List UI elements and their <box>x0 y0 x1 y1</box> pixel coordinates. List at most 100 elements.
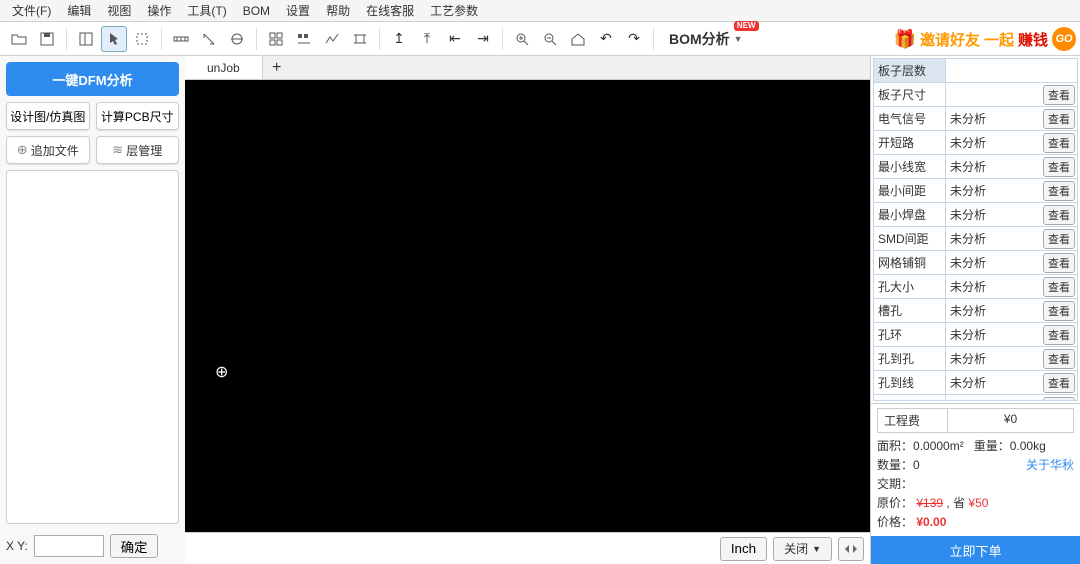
view-button[interactable]: 查看 <box>1043 373 1075 393</box>
save-label: , 省 <box>946 496 965 510</box>
order-now-button[interactable]: 立即下单 <box>871 536 1080 564</box>
about-link[interactable]: 关于华秋 <box>1026 456 1074 473</box>
view-button[interactable]: 查看 <box>1043 397 1075 402</box>
analysis-key: 孔大小 <box>874 275 946 298</box>
analysis-key: 孔到线 <box>874 371 946 394</box>
view-button[interactable]: 查看 <box>1043 253 1075 273</box>
analysis-key: 槽孔 <box>874 299 946 322</box>
ruler-d-icon[interactable] <box>224 26 250 52</box>
grid-icon[interactable] <box>263 26 289 52</box>
ruler-h-icon[interactable] <box>168 26 194 52</box>
undo-icon[interactable]: ↶ <box>593 26 619 52</box>
menu-9[interactable]: 工艺参数 <box>422 0 486 21</box>
layer-manage-button[interactable]: ≋层管理 <box>96 136 180 164</box>
menu-3[interactable]: 操作 <box>139 0 179 21</box>
tab-add-button[interactable]: + <box>263 56 291 79</box>
promo-go-icon: GO <box>1052 27 1076 51</box>
view-button[interactable]: 查看 <box>1043 133 1075 153</box>
align2-icon[interactable] <box>319 26 345 52</box>
analysis-value: 未分析 <box>946 155 1041 178</box>
plus-circle-icon: ⊕ <box>17 142 28 158</box>
view-button[interactable]: 查看 <box>1043 109 1075 129</box>
tab-bar: unJob + <box>185 56 870 80</box>
unit-button[interactable]: Inch <box>720 537 767 561</box>
menu-5[interactable]: BOM <box>235 2 278 20</box>
chevron-down-icon: ▼ <box>734 34 743 44</box>
xy-input[interactable] <box>34 535 104 557</box>
promo-banner[interactable]: 🎁 邀请好友 一起 赚钱 GO <box>894 24 1076 54</box>
align3-icon[interactable] <box>347 26 373 52</box>
design-sim-button[interactable]: 设计图/仿真图 <box>6 102 90 130</box>
rect-icon[interactable] <box>129 26 155 52</box>
zoom-out-icon[interactable] <box>537 26 563 52</box>
bom-analyze-label: BOM分析 <box>669 29 730 49</box>
save-icon[interactable] <box>34 26 60 52</box>
menu-7[interactable]: 帮助 <box>318 0 358 21</box>
zoom-in-icon[interactable] <box>509 26 535 52</box>
xy-confirm-button[interactable]: 确定 <box>110 534 159 558</box>
analysis-row-1: 板子尺寸查看 <box>874 83 1077 107</box>
view-button[interactable]: 查看 <box>1043 325 1075 345</box>
pointer-icon[interactable] <box>101 26 127 52</box>
canvas[interactable]: ⊕ <box>185 80 870 532</box>
area-label: 面积： <box>877 439 913 453</box>
expand-icon[interactable] <box>838 537 864 561</box>
analysis-value: 未分析 <box>946 371 1041 394</box>
open-icon[interactable] <box>6 26 32 52</box>
add-file-button[interactable]: ⊕追加文件 <box>6 136 90 164</box>
analysis-table: 板子层数板子尺寸查看电气信号未分析查看开短路未分析查看最小线宽未分析查看最小间距… <box>873 58 1078 401</box>
analysis-key: 网格铺铜 <box>874 251 946 274</box>
menu-8[interactable]: 在线客服 <box>358 0 422 21</box>
view-button[interactable]: 查看 <box>1043 349 1075 369</box>
menu-0[interactable]: 文件(F) <box>4 0 59 21</box>
view-button[interactable]: 查看 <box>1043 277 1075 297</box>
weight-label: 重量： <box>974 439 1010 453</box>
down-icon[interactable]: ⤒ <box>414 26 440 52</box>
up-icon[interactable]: ↥ <box>386 26 412 52</box>
menu-4[interactable]: 工具(T) <box>179 0 234 21</box>
redo-icon[interactable]: ↷ <box>621 26 647 52</box>
view-button[interactable]: 查看 <box>1043 181 1075 201</box>
bom-analyze-button[interactable]: BOM分析 NEW ▼ <box>660 26 752 52</box>
analysis-key: 最小线宽 <box>874 155 946 178</box>
save-value: ¥50 <box>968 496 988 510</box>
analysis-value: 未分析 <box>946 179 1041 202</box>
menu-6[interactable]: 设置 <box>278 0 318 21</box>
calc-pcb-size-button[interactable]: 计算PCB尺寸 <box>96 102 180 130</box>
analysis-value: 未分析 <box>946 131 1041 154</box>
close-select[interactable]: 关闭▼ <box>773 537 832 561</box>
view-button[interactable]: 查看 <box>1043 301 1075 321</box>
home-icon[interactable] <box>565 26 591 52</box>
analysis-value <box>946 59 1041 82</box>
align1-icon[interactable] <box>291 26 317 52</box>
analysis-key: 孔到孔 <box>874 347 946 370</box>
origprice-label: 原价： <box>877 496 913 510</box>
analysis-value: 未分析 <box>946 203 1041 226</box>
view-button[interactable]: 查看 <box>1043 229 1075 249</box>
nav1-icon[interactable] <box>73 26 99 52</box>
menu-2[interactable]: 视图 <box>99 0 139 21</box>
analysis-key: 最小间距 <box>874 179 946 202</box>
view-button[interactable]: 查看 <box>1043 85 1075 105</box>
analysis-row-12: 孔到孔未分析查看 <box>874 347 1077 371</box>
tab-unjob[interactable]: unJob <box>185 56 263 79</box>
analysis-value: 未分析 <box>946 251 1041 274</box>
analysis-key: 最小焊盘 <box>874 203 946 226</box>
delivery-label: 交期： <box>877 475 913 492</box>
view-button[interactable]: 查看 <box>1043 157 1075 177</box>
right-panel: 板子层数板子尺寸查看电气信号未分析查看开短路未分析查看最小线宽未分析查看最小间距… <box>870 56 1080 564</box>
analysis-row-4: 最小线宽未分析查看 <box>874 155 1077 179</box>
dfm-analyze-button[interactable]: 一键DFM分析 <box>6 62 179 96</box>
view-button[interactable]: 查看 <box>1043 205 1075 225</box>
left-icon[interactable]: ⇤ <box>442 26 468 52</box>
analysis-row-6: 最小焊盘未分析查看 <box>874 203 1077 227</box>
analysis-key: 板边距离 <box>874 395 946 401</box>
ruler-v-icon[interactable] <box>196 26 222 52</box>
analysis-value <box>946 83 1041 106</box>
layers-icon: ≋ <box>112 142 123 158</box>
menu-1[interactable]: 编辑 <box>59 0 99 21</box>
area-value: 0.0000m² <box>913 439 964 453</box>
fee-label: 工程费 <box>878 409 948 432</box>
qty-value: 0 <box>913 458 920 472</box>
right-icon[interactable]: ⇥ <box>470 26 496 52</box>
